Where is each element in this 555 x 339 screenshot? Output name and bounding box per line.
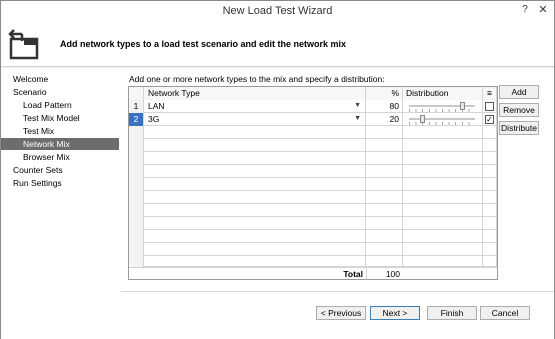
empty-row <box>129 217 497 230</box>
nav-item-run-settings[interactable]: Run Settings <box>13 177 62 189</box>
distribution-slider[interactable] <box>403 113 483 126</box>
lock-column-icon: ≡ <box>483 87 497 100</box>
instruction-text: Add one or more network types to the mix… <box>129 74 385 84</box>
column-header-percent[interactable]: % <box>366 87 403 100</box>
nav-item-scenario[interactable]: Scenario <box>13 86 47 98</box>
finish-button[interactable]: Finish <box>427 306 477 320</box>
row-number: 1 <box>129 100 144 113</box>
distribution-slider[interactable] <box>403 100 483 113</box>
title-bar: New Load Test Wizard ? ✕ <box>1 1 554 21</box>
percent-value[interactable]: 80 <box>366 100 403 113</box>
empty-row <box>129 152 497 165</box>
nav-item-browser-mix[interactable]: Browser Mix <box>23 151 70 163</box>
row-number-header <box>129 87 144 100</box>
empty-row <box>129 243 497 256</box>
main-content: Add one or more network types to the mix… <box>121 68 554 339</box>
column-header-network-type[interactable]: Network Type <box>144 87 366 100</box>
lock-cell <box>483 100 497 113</box>
wizard-arrow-icon <box>8 29 39 60</box>
network-type-select[interactable]: LAN ▼ <box>144 100 366 113</box>
wizard-header: Add network types to a load test scenari… <box>1 21 554 67</box>
slider-ticks <box>409 109 475 112</box>
close-icon[interactable]: ✕ <box>536 3 550 17</box>
nav-item-welcome[interactable]: Welcome <box>13 73 48 85</box>
empty-row <box>129 165 497 178</box>
header-description: Add network types to a load test scenari… <box>60 39 347 49</box>
next-button[interactable]: Next > <box>370 306 420 320</box>
table-row[interactable]: 1 LAN ▼ 80 <box>129 100 497 113</box>
lock-checkbox-checked[interactable]: ✓ <box>485 115 494 124</box>
network-type-value: LAN <box>148 101 165 111</box>
nav-item-counter-sets[interactable]: Counter Sets <box>13 164 63 176</box>
footer-divider <box>121 291 554 292</box>
wizard-nav: Welcome Scenario Load Pattern Test Mix M… <box>1 68 121 339</box>
total-value: 100 <box>366 268 403 279</box>
empty-row <box>129 191 497 204</box>
chevron-down-icon[interactable]: ▼ <box>354 113 361 125</box>
nav-item-network-mix[interactable]: Network Mix <box>1 138 119 150</box>
empty-row <box>129 139 497 152</box>
column-header-distribution[interactable]: Distribution <box>403 87 483 100</box>
row-number: 2 <box>129 113 144 126</box>
wizard-window: New Load Test Wizard ? ✕ Add network typ… <box>0 0 555 339</box>
network-type-value: 3G <box>148 114 160 124</box>
network-mix-grid: Network Type % Distribution ≡ 1 LAN ▼ 80 <box>128 86 498 280</box>
chevron-down-icon[interactable]: ▼ <box>354 100 361 112</box>
nav-item-test-mix[interactable]: Test Mix <box>23 125 54 137</box>
table-row[interactable]: 2 3G ▼ 20 ✓ <box>129 113 497 126</box>
grid-header-row: Network Type % Distribution ≡ <box>129 87 497 100</box>
slider-ticks <box>409 122 475 125</box>
slider-thumb[interactable] <box>460 102 465 110</box>
slider-track <box>409 105 475 107</box>
cancel-button[interactable]: Cancel <box>480 306 530 320</box>
help-icon[interactable]: ? <box>518 3 532 17</box>
empty-row <box>129 256 497 267</box>
nav-item-test-mix-model[interactable]: Test Mix Model <box>23 112 80 124</box>
total-label: Total <box>343 269 363 279</box>
slider-track <box>409 118 475 120</box>
lock-cell: ✓ <box>483 113 497 126</box>
total-row: Total 100 <box>129 267 497 279</box>
empty-row <box>129 204 497 217</box>
nav-item-load-pattern[interactable]: Load Pattern <box>23 99 72 111</box>
add-button[interactable]: Add <box>499 85 539 99</box>
empty-row <box>129 230 497 243</box>
empty-row <box>129 126 497 139</box>
empty-row <box>129 178 497 191</box>
lock-checkbox[interactable] <box>485 102 494 111</box>
percent-value[interactable]: 20 <box>366 113 403 126</box>
previous-button[interactable]: < Previous <box>316 306 366 320</box>
distribute-button[interactable]: Distribute <box>499 121 539 135</box>
window-title: New Load Test Wizard <box>222 5 333 17</box>
slider-thumb[interactable] <box>420 115 425 123</box>
network-type-select[interactable]: 3G ▼ <box>144 113 366 126</box>
remove-button[interactable]: Remove <box>499 103 539 117</box>
